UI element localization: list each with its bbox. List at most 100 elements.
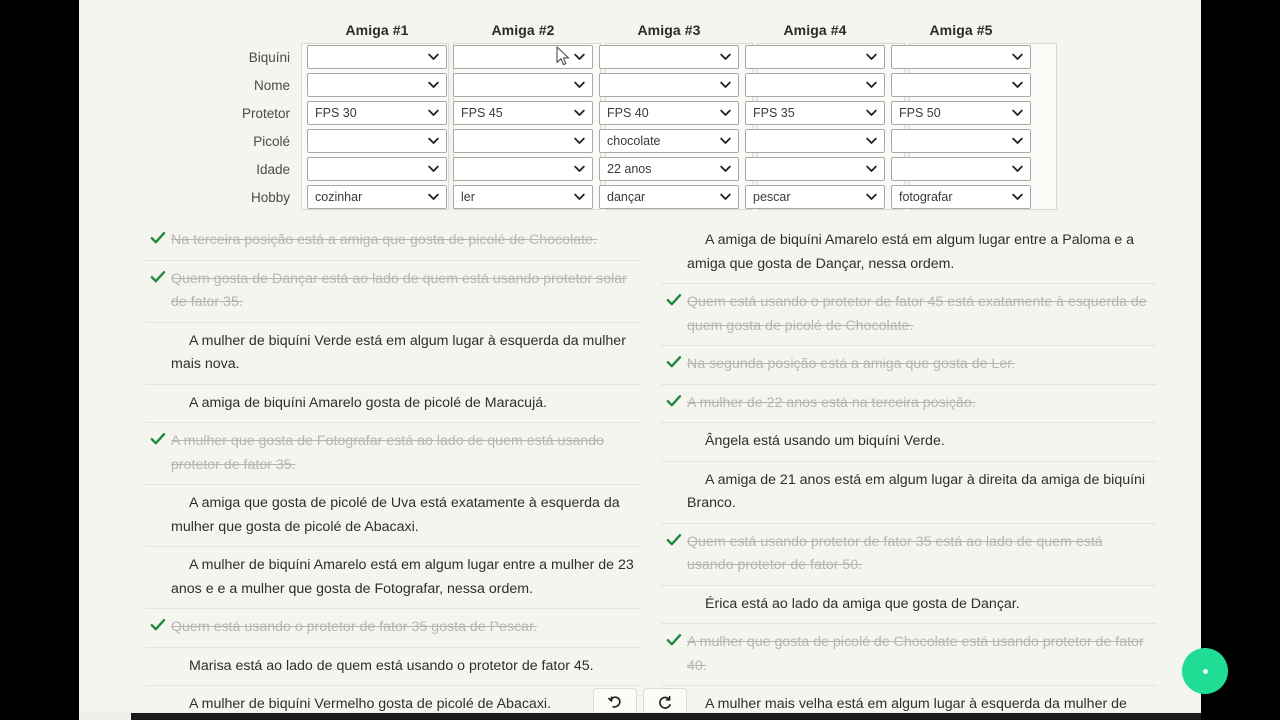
chevron-down-icon: [720, 158, 731, 180]
select-hobby-amiga-1[interactable]: cozinhar: [307, 185, 447, 209]
select-biquni-amiga-2[interactable]: [453, 45, 593, 69]
undo-button[interactable]: [593, 688, 637, 712]
clue-text: A amiga de biquíni Amarelo está em algum…: [687, 232, 1135, 272]
chevron-down-icon: [866, 186, 877, 208]
select-wrapper: [307, 71, 447, 99]
select-biquni-amiga-4[interactable]: [745, 45, 885, 69]
select-wrapper: [745, 127, 885, 155]
select-biquni-amiga-1[interactable]: [307, 45, 447, 69]
select-protetor-amiga-2[interactable]: FPS 45: [453, 101, 593, 125]
chevron-down-icon: [574, 46, 585, 68]
chevron-down-icon: [720, 46, 731, 68]
chevron-down-icon: [428, 102, 439, 124]
select-idade-amiga-5[interactable]: [891, 157, 1031, 181]
chevron-down-icon: [1012, 158, 1023, 180]
row-label-1: Biquíni: [248, 49, 290, 65]
select-protetor-amiga-3[interactable]: FPS 40: [599, 101, 739, 125]
grid-cell: [742, 155, 888, 183]
clue-text: Quem está usando o protetor de fator 45 …: [687, 294, 1147, 334]
select-wrapper: [745, 155, 885, 183]
clue-item[interactable]: A amiga de biquíni Amarelo está em algum…: [661, 222, 1157, 284]
clue-item[interactable]: Érica está ao lado da amiga que gosta de…: [661, 586, 1157, 624]
select-wrapper: fotografar: [891, 183, 1031, 211]
select-wrapper: [307, 43, 447, 71]
select-hobby-amiga-3[interactable]: dançar: [599, 185, 739, 209]
select-nome-amiga-4[interactable]: [745, 73, 885, 97]
grid-cell: [888, 127, 1034, 155]
select-protetor-amiga-4[interactable]: FPS 35: [745, 101, 885, 125]
select-idade-amiga-1[interactable]: [307, 157, 447, 181]
clue-item[interactable]: Na terceira posição está a amiga que gos…: [145, 222, 641, 261]
clue-item[interactable]: A mulher que gosta de Fotografar está ao…: [145, 423, 641, 485]
clue-item[interactable]: Na segunda posição está a amiga que gost…: [661, 346, 1157, 385]
floating-action-button[interactable]: [1182, 648, 1228, 694]
select-protetor-amiga-5[interactable]: FPS 50: [891, 101, 1031, 125]
grid-cell: [450, 127, 596, 155]
row-label-2: Nome: [253, 77, 290, 93]
select-hobby-amiga-2[interactable]: ler: [453, 185, 593, 209]
clue-item[interactable]: A mulher de biquíni Verde está em algum …: [145, 323, 641, 385]
grid-header-row: Amiga #1 Amiga #2 Amiga #3 Amiga #4 Amig…: [176, 22, 1034, 43]
clue-text: A amiga de biquíni Amarelo gosta de pico…: [189, 394, 548, 411]
grid-row-nome: Nome: [176, 71, 1034, 99]
select-idade-amiga-4[interactable]: [745, 157, 885, 181]
clue-item[interactable]: A amiga que gosta de picolé de Uva está …: [145, 485, 641, 547]
clue-item[interactable]: A amiga de biquíni Amarelo gosta de pico…: [145, 385, 641, 423]
chevron-down-icon: [574, 130, 585, 152]
grid-cell: [888, 43, 1034, 71]
chevron-down-icon: [428, 186, 439, 208]
select-biquni-amiga-3[interactable]: [599, 45, 739, 69]
clue-text: Quem está usando protetor de fator 35 es…: [687, 533, 1103, 574]
select-nome-amiga-1[interactable]: [307, 73, 447, 97]
select-picol-amiga-4[interactable]: [745, 129, 885, 153]
row-label-6: Hobby: [250, 189, 290, 205]
clue-item[interactable]: Quem está usando o protetor de fator 35 …: [145, 609, 641, 648]
select-value: ler: [461, 190, 475, 204]
select-picol-amiga-5[interactable]: [891, 129, 1031, 153]
horizontal-scrollbar-thumb[interactable]: [131, 713, 1201, 720]
select-picol-amiga-2[interactable]: [453, 129, 593, 153]
chevron-down-icon: [720, 130, 731, 152]
grid-cell: 22 anos: [596, 155, 742, 183]
select-wrapper: [745, 71, 885, 99]
grid-row-idade: Idade 22 anos: [176, 155, 1034, 183]
select-hobby-amiga-4[interactable]: pescar: [745, 185, 885, 209]
row-label-4: Picolé: [253, 133, 290, 149]
clue-item[interactable]: A mulher de 22 anos está na terceira pos…: [661, 385, 1157, 423]
select-nome-amiga-2[interactable]: [453, 73, 593, 97]
chevron-down-icon: [866, 102, 877, 124]
select-wrapper: [599, 43, 739, 71]
chevron-down-icon: [1012, 46, 1023, 68]
select-nome-amiga-5[interactable]: [891, 73, 1031, 97]
select-picol-amiga-3[interactable]: chocolate: [599, 129, 739, 153]
select-picol-amiga-1[interactable]: [307, 129, 447, 153]
redo-button[interactable]: [643, 688, 687, 712]
select-wrapper: FPS 35: [745, 99, 885, 127]
clue-item[interactable]: Quem está usando protetor de fator 35 es…: [661, 524, 1157, 586]
select-wrapper: [745, 43, 885, 71]
select-wrapper: [453, 155, 593, 183]
clue-item[interactable]: Marisa está ao lado de quem está usando …: [145, 648, 641, 686]
puzzle-grid-table: Amiga #1 Amiga #2 Amiga #3 Amiga #4 Amig…: [176, 22, 1034, 211]
chevron-down-icon: [574, 102, 585, 124]
clue-item[interactable]: Quem gosta de Dançar está ao lado de que…: [145, 261, 641, 323]
clue-item[interactable]: Quem está usando o protetor de fator 45 …: [661, 284, 1157, 346]
select-wrapper: [891, 43, 1031, 71]
select-idade-amiga-2[interactable]: [453, 157, 593, 181]
grid-cell: [450, 155, 596, 183]
clue-item[interactable]: A mulher de biquíni Amarelo está em algu…: [145, 547, 641, 609]
clue-text: A mulher de biquíni Amarelo está em algu…: [171, 557, 634, 597]
select-nome-amiga-3[interactable]: [599, 73, 739, 97]
chevron-down-icon: [428, 158, 439, 180]
clue-item[interactable]: A mulher que gosta de picolé de Chocolat…: [661, 624, 1157, 686]
select-wrapper: ler: [453, 183, 593, 211]
select-idade-amiga-3[interactable]: 22 anos: [599, 157, 739, 181]
clue-item[interactable]: Ângela está usando um biquíni Verde.: [661, 423, 1157, 462]
grid-cell: [888, 155, 1034, 183]
select-biquni-amiga-5[interactable]: [891, 45, 1031, 69]
select-protetor-amiga-1[interactable]: FPS 30: [307, 101, 447, 125]
clue-item[interactable]: A amiga de 21 anos está em algum lugar à…: [661, 462, 1157, 524]
select-hobby-amiga-5[interactable]: fotografar: [891, 185, 1031, 209]
grid-cell: [450, 43, 596, 71]
puzzle-grid: Amiga #1 Amiga #2 Amiga #3 Amiga #4 Amig…: [79, 0, 1201, 218]
